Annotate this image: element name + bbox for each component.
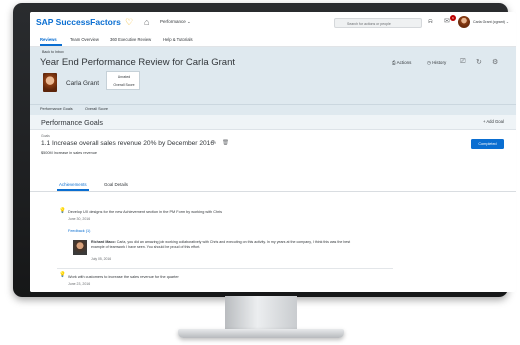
module-selector[interactable]: Performance ⌄ <box>160 19 191 25</box>
overall-score-box: Unrated Overall Score <box>106 71 140 90</box>
feedback-date: July 05, 2016 <box>91 257 112 261</box>
brand-logo[interactable]: SAP SuccessFactors <box>36 17 121 27</box>
goal-metric: $500M Increase in sales revenue <box>41 151 97 155</box>
achievement-text: Develop UX designs for the new Achieveme… <box>68 210 223 214</box>
divider <box>57 268 393 269</box>
edit-icon[interactable]: ✎ <box>212 140 217 146</box>
header-tabs: Performance Goals Overall Score <box>30 104 516 115</box>
notification-icon[interactable]: ✉ <box>444 17 450 25</box>
actions-label: Actions <box>396 60 412 65</box>
history-label: History <box>432 60 447 65</box>
lightbulb-icon: 💡 <box>59 208 66 214</box>
monitor-stand-neck <box>225 296 297 330</box>
settings-icon[interactable]: ⚙ <box>492 58 498 66</box>
feedback-author-photo <box>73 240 87 255</box>
tab-achievements[interactable]: Achievements <box>59 182 87 187</box>
monitor-frame: SAP SuccessFactors ♡ ⌂ Performance ⌄ ⌕ S… <box>13 3 516 297</box>
delete-icon[interactable]: 🗑 <box>222 140 229 146</box>
tab-goal-details[interactable]: Goal Details <box>104 182 128 187</box>
actions-button[interactable]: ⎙ Actions <box>392 60 411 65</box>
feedback-body: Richard Maco: Carla, you did an amazing … <box>91 240 361 250</box>
employee-name: Carla Grant <box>66 80 100 87</box>
bell-icon[interactable]: ⍾ <box>428 18 433 26</box>
employee-photo <box>43 73 57 92</box>
notification-badge: 6 <box>450 15 456 21</box>
add-goal-button[interactable]: + Add Goal <box>483 119 504 124</box>
sub-navigation: Reviews Team Overview 360 Executive Revi… <box>30 34 516 47</box>
history-button[interactable]: ◷ History <box>427 60 446 66</box>
feedback-text: Carla, you did an amazing job working co… <box>91 240 351 250</box>
achievement-date: June 23, 2016 <box>68 282 91 286</box>
subnav-help-tutorials[interactable]: Help & Tutorials <box>163 37 193 42</box>
section-title: Performance Goals <box>41 118 103 127</box>
overall-score-label: Overall Score <box>113 83 135 87</box>
lightbulb-icon: 💡 <box>59 272 66 278</box>
user-menu[interactable]: Carla Grant (cgrant) ⌄ <box>473 20 509 24</box>
user-avatar[interactable] <box>458 16 470 28</box>
app-screen: SAP SuccessFactors ♡ ⌂ Performance ⌄ ⌕ S… <box>30 12 516 292</box>
refresh-icon[interactable]: ↻ <box>476 58 482 66</box>
back-to-inbox-link[interactable]: Back to Inbox <box>42 50 64 54</box>
section-bar: Performance Goals + Add Goal <box>30 115 516 130</box>
subnav-360-executive-review[interactable]: 360 Executive Review <box>110 37 151 42</box>
feedback-author: Richard Maco: <box>91 240 116 244</box>
goal-label: Goals <box>41 134 50 138</box>
subnav-active-indicator <box>40 44 62 46</box>
subnav-reviews[interactable]: Reviews <box>40 37 57 42</box>
monitor-stand-base <box>178 329 344 338</box>
header-tab-performance-goals[interactable]: Performance Goals <box>40 107 73 111</box>
search-input[interactable]: Search for actions or people <box>334 18 422 28</box>
brand-mark-icon: ♡ <box>125 17 134 27</box>
review-header: Back to Inbox Year End Performance Revie… <box>30 47 516 104</box>
goal-card: Goals 1.1 Increase overall sales revenue… <box>30 130 516 292</box>
feedback-link[interactable]: Feedback (1) <box>68 229 90 233</box>
print-icon[interactable]: ⎚ <box>460 58 466 66</box>
overall-score-value: Unrated <box>117 75 131 79</box>
tab-active-indicator <box>57 189 89 191</box>
achievement-date: June 30, 2016 <box>68 217 91 221</box>
achievement-text: Work with customers to increase the sale… <box>68 275 179 279</box>
header-tab-overall-score[interactable]: Overall Score <box>85 107 108 111</box>
shell-bar: SAP SuccessFactors ♡ ⌂ Performance ⌄ ⌕ S… <box>30 12 516 35</box>
goal-title: 1.1 Increase overall sales revenue 20% b… <box>41 140 215 147</box>
goal-tabs: Achievements Goal Details <box>30 179 516 192</box>
subnav-team-overview[interactable]: Team Overview <box>70 37 99 42</box>
completed-button[interactable]: Completed <box>471 139 504 149</box>
home-icon[interactable]: ⌂ <box>144 17 149 27</box>
page-title: Year End Performance Review for Carla Gr… <box>40 57 236 68</box>
